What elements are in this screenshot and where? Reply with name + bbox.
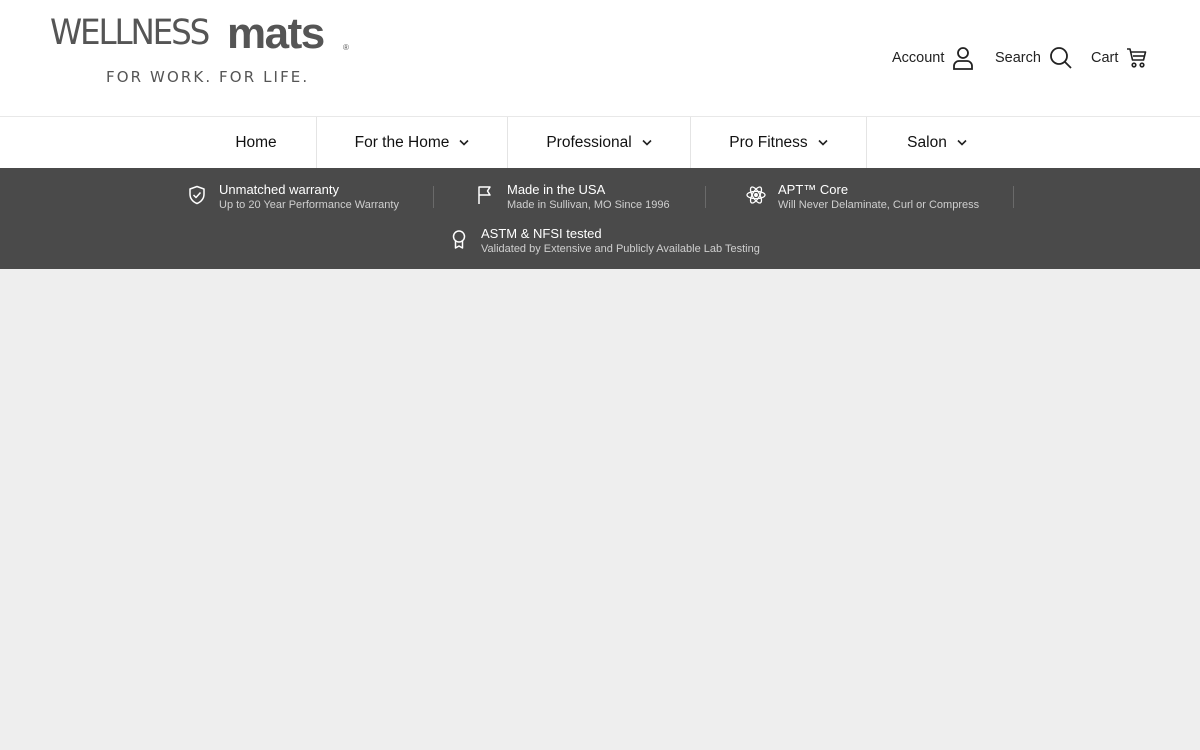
- chevron-down-icon: [459, 139, 469, 146]
- flag-icon: [475, 185, 495, 205]
- feature-divider: [433, 186, 434, 208]
- feature-warranty: Unmatched warranty Up to 20 Year Perform…: [187, 182, 399, 212]
- feature-title: Unmatched warranty: [219, 182, 339, 197]
- main-navigation: Home For the Home Professional Pro Fitne…: [0, 117, 1200, 168]
- account-label: Account: [892, 50, 945, 66]
- shield-check-icon: [187, 185, 207, 205]
- feature-divider: [1013, 186, 1014, 208]
- chevron-down-icon: [957, 139, 967, 146]
- feature-subtitle: Made in Sullivan, MO Since 1996: [507, 199, 670, 211]
- atom-icon: [746, 185, 766, 205]
- nav-item-pro-fitness[interactable]: Pro Fitness: [691, 117, 866, 168]
- logo-word-light: WELLNESS: [50, 13, 210, 53]
- feature-astm-nfsi: ASTM & NFSI tested Validated by Extensiv…: [449, 226, 760, 256]
- nav-item-label: Salon: [907, 133, 947, 151]
- feature-apt-core: APT™ Core Will Never Delaminate, Curl or…: [746, 182, 979, 212]
- cart-label: Cart: [1091, 50, 1119, 66]
- chevron-down-icon: [642, 139, 652, 146]
- logo-registered-mark: ®: [343, 43, 349, 52]
- feature-subtitle: Validated by Extensive and Publicly Avai…: [481, 243, 760, 255]
- nav-item-label: Pro Fitness: [729, 133, 808, 151]
- feature-title: Made in the USA: [507, 182, 606, 197]
- nav-item-salon[interactable]: Salon: [867, 117, 1007, 168]
- user-icon: [952, 46, 974, 70]
- nav-item-for-the-home[interactable]: For the Home: [317, 117, 507, 168]
- site-header: WELLNESS mats ® FOR WORK. FOR LIFE. Acco…: [0, 0, 1200, 117]
- feature-made-in-usa: Made in the USA Made in Sullivan, MO Sin…: [475, 182, 670, 212]
- cart-link[interactable]: Cart: [1091, 45, 1148, 71]
- nav-item-home[interactable]: Home: [196, 117, 316, 168]
- search-link[interactable]: Search: [995, 45, 1073, 71]
- page-content-area: [0, 269, 1200, 750]
- feature-strip: Unmatched warranty Up to 20 Year Perform…: [0, 168, 1200, 269]
- feature-title: ASTM & NFSI tested: [481, 226, 602, 241]
- chevron-down-icon: [818, 139, 828, 146]
- nav-item-label: Home: [235, 133, 277, 151]
- feature-divider: [705, 186, 706, 208]
- logo-tagline: FOR WORK. FOR LIFE.: [106, 68, 310, 86]
- nav-item-label: For the Home: [354, 133, 450, 151]
- award-ribbon-icon: [449, 229, 469, 249]
- feature-subtitle: Will Never Delaminate, Curl or Compress: [778, 199, 980, 211]
- cart-icon: [1126, 47, 1148, 69]
- logo-wordmark: WELLNESS mats ®: [50, 12, 349, 56]
- feature-title: APT™ Core: [778, 182, 849, 197]
- nav-item-label: Professional: [546, 133, 632, 151]
- logo-word-bold: mats: [227, 9, 325, 58]
- account-link[interactable]: Account: [892, 45, 974, 71]
- search-label: Search: [995, 50, 1041, 66]
- feature-subtitle: Up to 20 Year Performance Warranty: [219, 199, 399, 211]
- search-icon: [1049, 46, 1073, 70]
- nav-item-professional[interactable]: Professional: [508, 117, 690, 168]
- site-logo[interactable]: WELLNESS mats ® FOR WORK. FOR LIFE.: [50, 12, 350, 88]
